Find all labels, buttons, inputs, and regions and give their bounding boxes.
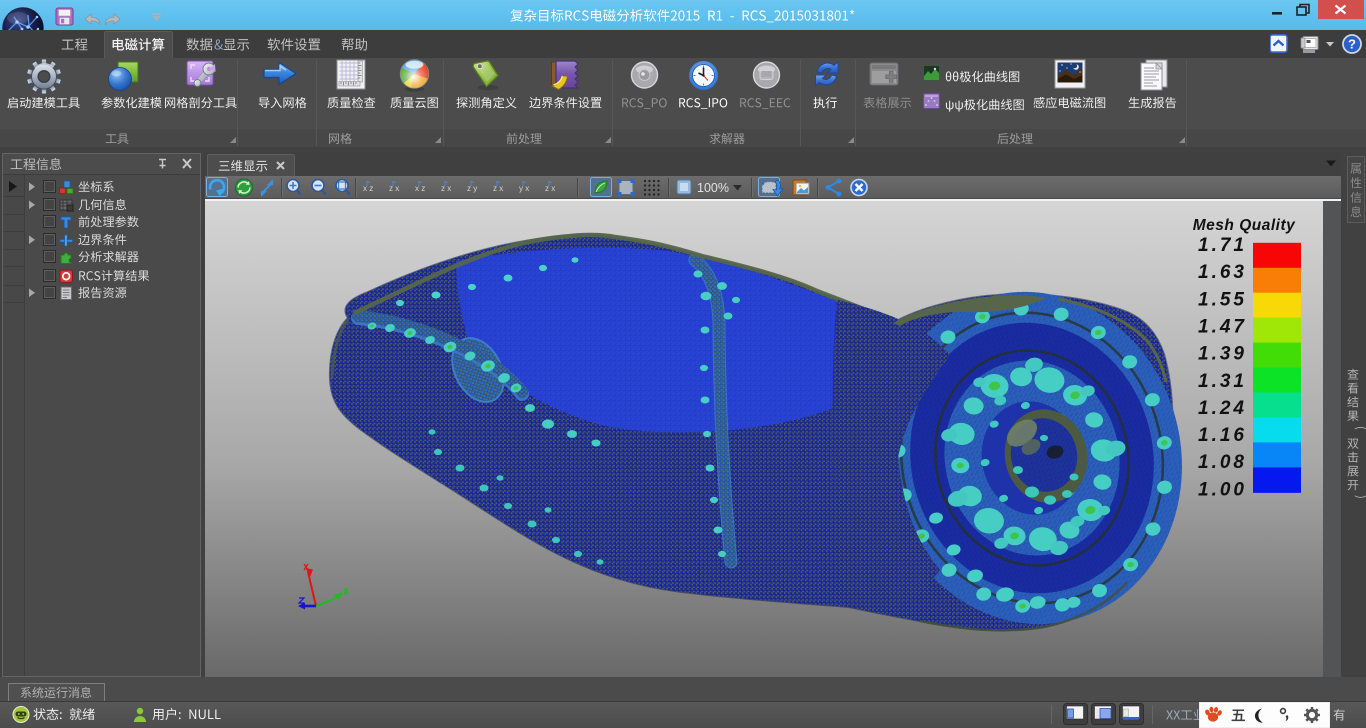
svg-text:1.55: 1.55 [1198, 289, 1247, 310]
svg-text:z x: z x [545, 184, 555, 193]
svg-text:1.39: 1.39 [1198, 344, 1247, 365]
svg-text:y x: y x [519, 184, 529, 193]
svg-text:1.16: 1.16 [1198, 425, 1247, 446]
svg-text:z y: z y [467, 184, 477, 193]
svg-text:x z: x z [415, 184, 425, 193]
svg-text:x z: x z [363, 184, 373, 193]
svg-text:1.31: 1.31 [1198, 371, 1247, 392]
svg-text:1.24: 1.24 [1198, 398, 1247, 419]
svg-text:Mesh Quality: Mesh Quality [1193, 217, 1296, 234]
svg-text:1.47: 1.47 [1198, 316, 1247, 337]
svg-text:100%: 100% [697, 181, 729, 195]
svg-text:1.71: 1.71 [1198, 235, 1247, 256]
svg-text:?: ? [1348, 37, 1356, 52]
svg-text:z x: z x [493, 184, 503, 193]
svg-text:z x: z x [389, 184, 399, 193]
svg-text:1.00: 1.00 [1198, 479, 1247, 500]
svg-text:1.08: 1.08 [1198, 452, 1247, 473]
svg-text:1.63: 1.63 [1198, 262, 1247, 283]
svg-text:z x: z x [441, 184, 451, 193]
